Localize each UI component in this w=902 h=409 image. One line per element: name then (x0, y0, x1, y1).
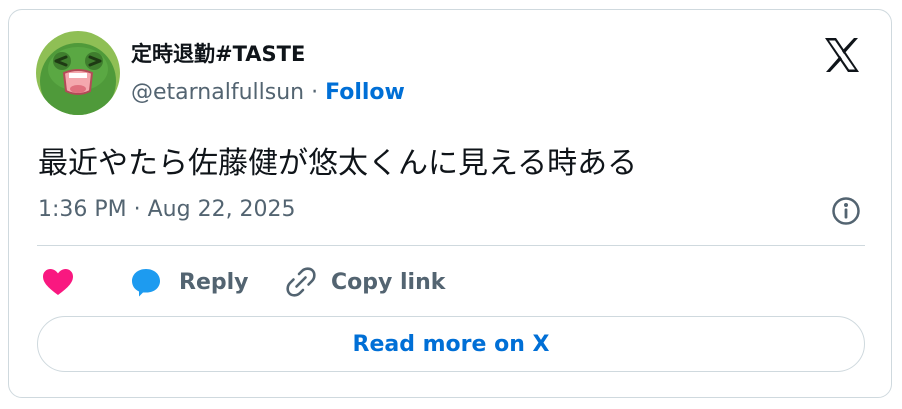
handle-separator: · (304, 80, 326, 105)
info-icon[interactable] (830, 195, 862, 227)
read-more-button[interactable]: Read more on X (37, 316, 865, 372)
like-button[interactable] (41, 262, 75, 302)
author-display-name[interactable]: 定時退勤#TASTE (131, 38, 305, 68)
heart-icon (41, 267, 75, 297)
speech-bubble-icon (129, 266, 163, 298)
avatar[interactable] (36, 31, 120, 115)
author-handle[interactable]: @etarnalfullsun (131, 80, 304, 105)
copy-link-button[interactable]: Copy link (285, 262, 445, 302)
tweet-timestamp[interactable]: 1:36 PM · Aug 22, 2025 (38, 197, 296, 222)
link-icon (285, 266, 317, 298)
follow-button[interactable]: Follow (325, 80, 405, 105)
reply-button[interactable]: Reply (129, 262, 249, 302)
divider (37, 245, 865, 246)
tweet-text: 最近やたら佐藤健が悠太くんに見える時ある (38, 146, 638, 181)
avatar-image (36, 31, 120, 115)
x-logo-icon[interactable] (821, 34, 863, 76)
tweet-card: 定時退勤#TASTE @etarnalfullsun · Follow 最近やた… (8, 9, 892, 398)
copy-link-label: Copy link (331, 269, 446, 295)
author-handle-row: @etarnalfullsun · Follow (131, 80, 405, 105)
reply-label: Reply (179, 269, 249, 295)
